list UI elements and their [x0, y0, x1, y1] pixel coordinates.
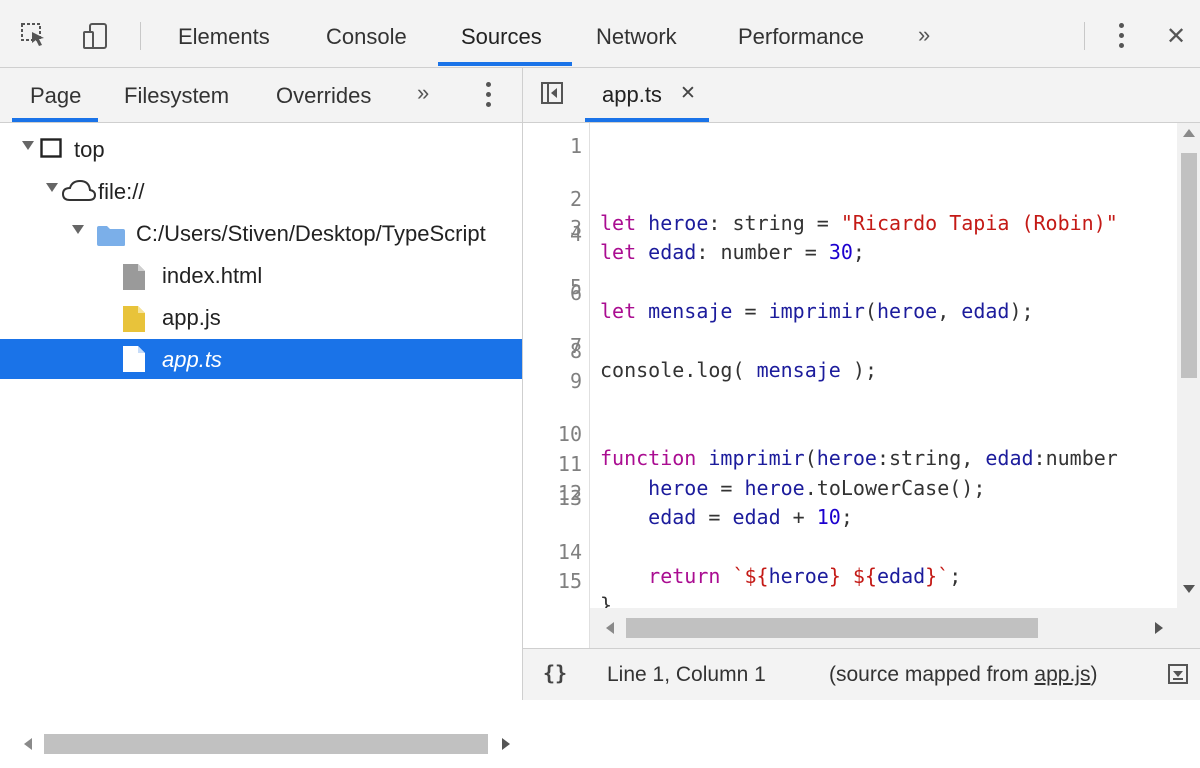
- inspect-element-icon[interactable]: [20, 22, 50, 48]
- tree-item-label: app.js: [162, 305, 221, 330]
- scroll-down-icon[interactable]: [1183, 585, 1195, 593]
- scroll-right-icon[interactable]: [1155, 622, 1163, 634]
- scroll-left-icon[interactable]: [606, 622, 614, 634]
- folder-icon: [96, 225, 126, 253]
- code-line: 5 let mensaje = imprimir(heroe, edad);: [523, 251, 1200, 323]
- tab-overrides[interactable]: Overrides: [276, 83, 371, 109]
- code-line: 11 heroe = heroe.toLowerCase();: [523, 428, 1200, 500]
- kebab-menu-icon[interactable]: [1119, 23, 1125, 53]
- tab-console[interactable]: Console: [326, 24, 407, 50]
- editor-tabbar: app.ts ✕: [523, 68, 1200, 123]
- tab-filesystem[interactable]: Filesystem: [124, 83, 229, 109]
- tree-item-label: index.html: [162, 263, 263, 288]
- cursor-position: Line 1, Column 1: [607, 663, 766, 686]
- tab-network[interactable]: Network: [596, 24, 677, 50]
- scroll-right-icon[interactable]: [502, 738, 510, 750]
- editor-tab-label[interactable]: app.ts: [602, 82, 662, 108]
- code-line: 15 }: [523, 545, 1200, 617]
- tree-item-label: top: [74, 137, 105, 162]
- active-tab-indicator: [438, 62, 572, 66]
- line-number: 9: [569, 369, 582, 393]
- code-line: 2 let heroe: string = "Ricardo Tapia (Ro…: [523, 163, 1200, 235]
- tab-elements[interactable]: Elements: [178, 24, 270, 50]
- js-file-icon: [122, 305, 146, 339]
- code-line: 1: [523, 134, 1200, 164]
- code-line: 14 return `${heroe} ${edad}`;: [523, 516, 1200, 588]
- line-number: 1: [569, 134, 582, 158]
- more-tabs-icon[interactable]: »: [417, 80, 429, 106]
- tree-item-label: app.ts: [162, 347, 222, 372]
- tree-item-label: file://: [98, 179, 145, 204]
- code-line: 8: [523, 339, 1200, 369]
- code-line: 7 console.log( mensaje );: [523, 310, 1200, 382]
- coverage-icon[interactable]: [1168, 664, 1188, 690]
- code-line: 3 let edad: number = 30;: [523, 192, 1200, 264]
- active-tab-indicator: [12, 118, 98, 122]
- scroll-left-icon[interactable]: [24, 738, 32, 750]
- source-map-prefix: (source mapped from: [829, 663, 1035, 686]
- expand-arrow-icon[interactable]: [22, 141, 34, 150]
- tree-item-label: C:/Users/Stiven/Desktop/TypeScript: [136, 221, 486, 246]
- tab-performance[interactable]: Performance: [738, 24, 864, 50]
- cloud-icon: [61, 179, 97, 208]
- navigator-horizontal-scrollbar[interactable]: [0, 724, 523, 768]
- line-number: 15: [557, 569, 582, 593]
- editor-status-bar: {} Line 1, Column 1 (source mapped from …: [523, 648, 1200, 700]
- toolbar-separator: [1084, 22, 1085, 50]
- tree-item-file-scheme[interactable]: file://: [0, 171, 522, 211]
- source-map-suffix: ): [1090, 663, 1098, 686]
- editor-panel: app.ts ✕ 1 2 let heroe: string = "Ricard…: [523, 68, 1200, 700]
- scroll-up-icon[interactable]: [1183, 129, 1195, 137]
- expand-arrow-icon[interactable]: [46, 183, 58, 192]
- scrollbar-thumb[interactable]: [44, 734, 488, 754]
- navigator-tabbar: Page Filesystem Overrides »: [0, 68, 522, 123]
- file-icon: [122, 263, 146, 297]
- close-tab-icon[interactable]: ✕: [680, 82, 696, 105]
- tree-item-top[interactable]: top: [0, 129, 522, 169]
- line-number: 6: [569, 281, 582, 305]
- code-line: 10 function imprimir(heroe:string, edad:…: [523, 398, 1200, 470]
- toolbar-separator: [140, 22, 141, 50]
- line-number: 13: [557, 486, 582, 510]
- devtools-toolbar: Elements Console Sources Network Perform…: [0, 0, 1200, 68]
- kebab-menu-icon[interactable]: [486, 82, 492, 112]
- ts-file-icon: [122, 345, 146, 379]
- tree-item-folder[interactable]: C:/Users/Stiven/Desktop/TypeScript: [0, 213, 522, 253]
- editor-vertical-scrollbar[interactable]: [1177, 123, 1200, 656]
- line-number: 8: [569, 339, 582, 363]
- device-toolbar-icon[interactable]: [82, 22, 112, 49]
- code-line: 9: [523, 369, 1200, 399]
- toggle-navigator-icon[interactable]: [541, 82, 563, 109]
- tree-item-index-html[interactable]: index.html: [0, 255, 522, 295]
- code-line: 4: [523, 222, 1200, 252]
- frame-icon: [40, 138, 62, 164]
- expand-arrow-icon[interactable]: [72, 225, 84, 234]
- more-tabs-icon[interactable]: »: [918, 22, 930, 48]
- scrollbar-thumb[interactable]: [1181, 153, 1197, 378]
- tab-page[interactable]: Page: [30, 83, 81, 109]
- tree-item-app-ts[interactable]: app.ts: [0, 339, 522, 379]
- pretty-print-button[interactable]: {}: [543, 661, 567, 685]
- navigator-panel: Page Filesystem Overrides » top file://: [0, 68, 523, 754]
- code-line: 12 edad = edad + 10;: [523, 457, 1200, 529]
- active-tab-indicator: [585, 118, 709, 122]
- code-line: 6: [523, 281, 1200, 311]
- source-map-link[interactable]: app.js: [1034, 663, 1090, 686]
- scrollbar-thumb[interactable]: [626, 618, 1038, 638]
- line-number: 4: [569, 222, 582, 246]
- source-map-info: (source mapped from app.js): [829, 663, 1097, 687]
- editor-horizontal-scrollbar[interactable]: [590, 608, 1177, 648]
- close-icon[interactable]: ✕: [1166, 22, 1186, 51]
- tab-sources[interactable]: Sources: [461, 24, 542, 50]
- tree-item-app-js[interactable]: app.js: [0, 297, 522, 337]
- code-line: 13: [523, 486, 1200, 516]
